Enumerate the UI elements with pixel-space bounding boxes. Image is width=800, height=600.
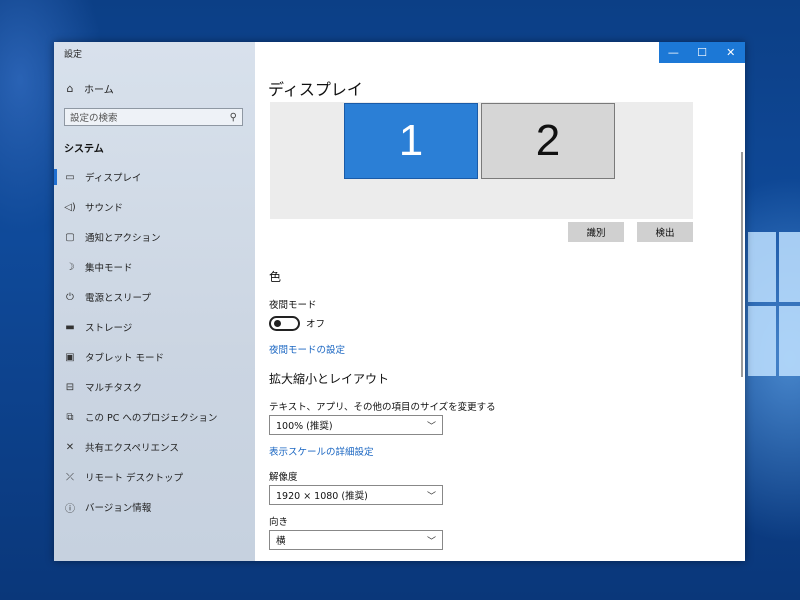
shared-experience-icon: ✕ xyxy=(65,441,75,453)
windows-logo xyxy=(748,232,800,382)
scale-label: テキスト、アプリ、その他の項目のサイズを変更する xyxy=(269,402,496,413)
storage-icon: ▬ xyxy=(65,321,75,333)
night-light-settings-link[interactable]: 夜間モードの設定 xyxy=(269,342,345,356)
sidebar-item-multitask[interactable]: ⊟ マルチタスク xyxy=(54,372,255,402)
orientation-value: 横 xyxy=(276,536,286,547)
info-icon: ⓘ xyxy=(65,503,75,515)
projection-icon: ⧉ xyxy=(66,411,74,423)
night-light-label: 夜間モード xyxy=(269,300,317,311)
sidebar-item-label: 共有エクスペリエンス xyxy=(85,443,179,454)
monitor-2[interactable]: 2 xyxy=(481,103,615,179)
search-input[interactable]: 設定の検索 ⚲ xyxy=(64,108,243,126)
scale-value: 100% (推奨) xyxy=(276,421,333,432)
sidebar-item-label: ストレージ xyxy=(85,323,133,334)
chevron-down-icon: ﹀ xyxy=(426,491,436,502)
sidebar: 設定 ⌂ ホーム 設定の検索 ⚲ システム ▭ ディスプレイ ◁) サウンド ▢… xyxy=(54,42,255,561)
monitor-arrangement: 1 2 xyxy=(270,102,693,219)
power-icon: ⏻ xyxy=(66,291,74,303)
sidebar-item-label: 電源とスリープ xyxy=(85,293,151,304)
sidebar-item-notifications[interactable]: ▢ 通知とアクション xyxy=(54,222,255,252)
sidebar-item-power[interactable]: ⏻ 電源とスリープ xyxy=(54,282,255,312)
resolution-value: 1920 × 1080 (推奨) xyxy=(276,491,368,502)
scrollbar[interactable] xyxy=(741,152,743,377)
night-light-state: オフ xyxy=(306,319,326,330)
section-title: システム xyxy=(64,144,104,155)
sidebar-item-projection[interactable]: ⧉ この PC へのプロジェクション xyxy=(54,402,255,432)
orientation-label: 向き xyxy=(269,517,289,528)
chevron-down-icon: ﹀ xyxy=(426,421,436,432)
sidebar-item-label: この PC へのプロジェクション xyxy=(85,413,218,424)
toggle-knob xyxy=(274,320,281,327)
night-light-toggle[interactable] xyxy=(269,316,300,331)
sidebar-item-display[interactable]: ▭ ディスプレイ xyxy=(54,162,255,192)
home-label: ホーム xyxy=(84,84,114,96)
home-link[interactable]: ⌂ ホーム xyxy=(64,80,114,96)
main-content: ディスプレイ 1 2 識別 検出 色 夜間モード オフ 夜間モードの設定 拡大縮… xyxy=(255,42,745,561)
scale-heading: 拡大縮小とレイアウト xyxy=(269,372,390,386)
sidebar-item-focus[interactable]: ☽ 集中モード xyxy=(54,252,255,282)
sidebar-item-label: マルチタスク xyxy=(85,383,143,394)
sidebar-item-storage[interactable]: ▬ ストレージ xyxy=(54,312,255,342)
remote-desktop-icon: ⤫ xyxy=(66,471,74,483)
search-icon[interactable]: ⚲ xyxy=(230,112,237,123)
sidebar-item-shared-experience[interactable]: ✕ 共有エクスペリエンス xyxy=(54,432,255,462)
sidebar-item-tablet[interactable]: ▣ タブレット モード xyxy=(54,342,255,372)
speaker-icon: ◁) xyxy=(64,201,76,213)
page-title: ディスプレイ xyxy=(268,80,363,99)
chevron-down-icon: ﹀ xyxy=(426,536,436,547)
orientation-dropdown[interactable]: 横 ﹀ xyxy=(269,530,443,550)
multitask-icon: ⊟ xyxy=(65,381,75,393)
resolution-dropdown[interactable]: 1920 × 1080 (推奨) ﹀ xyxy=(269,485,443,505)
sidebar-item-label: バージョン情報 xyxy=(85,503,152,514)
detect-button[interactable]: 検出 xyxy=(637,222,693,242)
monitor-icon: ▭ xyxy=(65,171,75,183)
sidebar-item-label: タブレット モード xyxy=(85,353,165,364)
sidebar-item-label: 集中モード xyxy=(85,263,133,274)
sidebar-item-about[interactable]: ⓘ バージョン情報 xyxy=(54,492,255,522)
home-icon: ⌂ xyxy=(66,81,74,95)
sidebar-item-label: ディスプレイ xyxy=(85,173,142,184)
identify-button[interactable]: 識別 xyxy=(568,222,624,242)
color-heading: 色 xyxy=(269,270,282,284)
search-placeholder: 設定の検索 xyxy=(70,113,118,124)
scale-dropdown[interactable]: 100% (推奨) ﹀ xyxy=(269,415,443,435)
sidebar-item-label: リモート デスクトップ xyxy=(85,473,184,484)
advanced-scale-link[interactable]: 表示スケールの詳細設定 xyxy=(269,444,374,458)
settings-window: 設定 ⌂ ホーム 設定の検索 ⚲ システム ▭ ディスプレイ ◁) サウンド ▢… xyxy=(54,42,745,561)
notification-icon: ▢ xyxy=(65,231,75,243)
sidebar-item-remote-desktop[interactable]: ⤫ リモート デスクトップ xyxy=(54,462,255,492)
moon-icon: ☽ xyxy=(65,261,75,273)
tablet-icon: ▣ xyxy=(65,351,75,363)
sidebar-item-label: サウンド xyxy=(85,203,124,214)
sidebar-item-label: 通知とアクション xyxy=(85,233,161,244)
resolution-label: 解像度 xyxy=(269,472,298,483)
sidebar-item-sound[interactable]: ◁) サウンド xyxy=(54,192,255,222)
app-title: 設定 xyxy=(64,50,83,60)
monitor-1[interactable]: 1 xyxy=(344,103,478,179)
sidebar-nav: ▭ ディスプレイ ◁) サウンド ▢ 通知とアクション ☽ 集中モード ⏻ 電源… xyxy=(54,162,255,522)
